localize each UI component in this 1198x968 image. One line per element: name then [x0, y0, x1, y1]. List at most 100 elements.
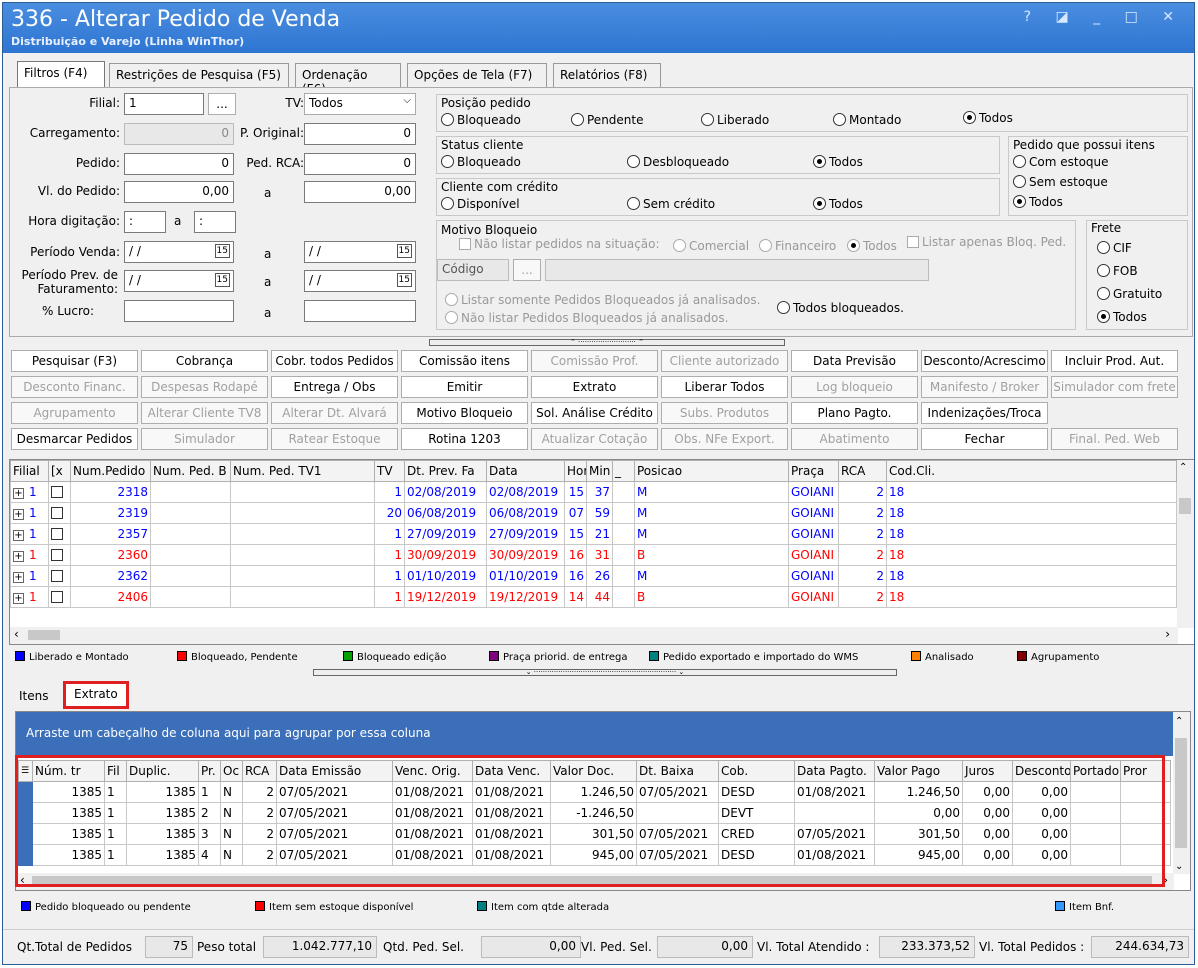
radio-frete-todos[interactable]: Todos — [1097, 310, 1147, 324]
group-by-hint[interactable]: Arraste um cabeçalho de coluna aqui para… — [16, 712, 1174, 756]
button-desmarcar-pedidos[interactable]: Desmarcar Pedidos — [11, 428, 138, 450]
expand-plus-icon[interactable]: + — [13, 572, 24, 583]
button-indenizacoes-troca[interactable]: Indenizações/Troca — [921, 402, 1048, 424]
button-data-previsao[interactable]: Data Previsão — [791, 350, 918, 372]
splitter-bottom[interactable]: ⌄ ······································… — [313, 669, 897, 676]
button-obs-nfe-export[interactable]: Obs. NFe Export. — [661, 428, 788, 450]
checkbox-box[interactable] — [51, 549, 63, 561]
expand-filial-cell[interactable]: +1 — [10, 523, 49, 545]
window-controls[interactable]: ? ◪ _ □ ✕ — [1024, 9, 1184, 25]
button-pesquisar-f3[interactable]: Pesquisar (F3) — [11, 350, 138, 372]
button-simulador-com-frete[interactable]: Simulador com frete — [1051, 376, 1178, 398]
radio-posicao-liberado[interactable]: Liberado — [701, 113, 769, 127]
table-row[interactable]: +1 2318 1 02/08/2019 02/08/2019 15 37 M GOIANI 2 1… — [10, 481, 1177, 503]
radio-sem-estoque[interactable]: Sem estoque — [1013, 175, 1108, 189]
column-header-num-pedido[interactable]: Num.Pedido — [70, 460, 151, 482]
scroll-thumb[interactable] — [1179, 498, 1191, 514]
checkbox-box[interactable] — [51, 486, 63, 498]
ped-rca-input[interactable]: 0 — [304, 153, 416, 175]
table-row[interactable]: +1 2360 1 30/09/2019 30/09/2019 16 31 B GOIANI 2 1… — [10, 544, 1177, 566]
button-cliente-autorizado[interactable]: Cliente autorizado — [661, 350, 788, 372]
chevron-up-icon[interactable]: ⌃ — [1175, 716, 1183, 727]
radio-com-estoque[interactable]: Com estoque — [1013, 155, 1109, 169]
periodo-prev-to-input[interactable]: / / 15 — [304, 270, 416, 292]
radio-estoque-todos[interactable]: Todos — [1013, 195, 1063, 209]
radio-credito-todos[interactable]: Todos — [813, 197, 863, 211]
vl-pedido-to-input[interactable]: 0,00 — [304, 181, 416, 203]
radio-frete-cif[interactable]: CIF — [1097, 241, 1132, 255]
checkbox-box[interactable] — [51, 528, 63, 540]
calendar-icon[interactable]: 15 — [214, 273, 230, 287]
checkbox-box[interactable] — [51, 591, 63, 603]
calendar-icon[interactable]: 15 — [396, 244, 412, 258]
scroll-thumb[interactable] — [28, 630, 60, 640]
button-cobranca[interactable]: Cobrança — [141, 350, 268, 372]
tv-select[interactable]: Todos ⌵ — [304, 93, 416, 115]
column-header-tv[interactable]: TV — [374, 460, 405, 482]
radio-status-bloqueado[interactable]: Bloqueado — [441, 155, 521, 169]
radio-motivo-financeiro[interactable]: Financeiro — [759, 239, 836, 253]
radio-posicao-bloqueado[interactable]: Bloqueado — [441, 113, 521, 127]
button-incluir-prod-aut[interactable]: Incluir Prod. Aut. — [1051, 350, 1178, 372]
codigo-lookup-button[interactable]: ... — [513, 259, 541, 281]
nao-listar-checkbox[interactable]: Não listar pedidos na situação: — [459, 237, 660, 251]
button-comissao-itens[interactable]: Comissão itens — [401, 350, 528, 372]
listar-apenas-checkbox[interactable]: Listar apenas Bloq. Ped. — [907, 235, 1066, 249]
select-checkbox[interactable] — [48, 523, 71, 545]
radio-frete-fob[interactable]: FOB — [1097, 264, 1138, 278]
radio-motivo-todos[interactable]: Todos — [847, 239, 897, 253]
radio-nao-listar-analisados[interactable]: Não listar Pedidos Bloqueados já analisa… — [445, 311, 728, 325]
p-original-input[interactable]: 0 — [304, 123, 416, 145]
subtab-extrato[interactable]: Extrato — [63, 681, 129, 709]
tab-relatorios[interactable]: Relatórios (F8) — [553, 63, 661, 87]
column-header-rca[interactable]: RCA — [838, 460, 887, 482]
carregamento-input[interactable]: 0 — [124, 123, 234, 145]
button-final-ped-web[interactable]: Final. Ped. Web — [1051, 428, 1178, 450]
select-checkbox[interactable] — [48, 481, 71, 503]
table-row[interactable]: +1 2357 1 27/09/2019 27/09/2019 15 21 M GOIANI 2 1… — [10, 523, 1177, 545]
periodo-venda-to-input[interactable]: / / 15 — [304, 241, 416, 263]
hora-to-input[interactable]: : — [194, 211, 236, 233]
checkbox-box[interactable] — [51, 507, 63, 519]
radio-frete-gratuito[interactable]: Gratuito — [1097, 287, 1162, 301]
expand-plus-icon[interactable]: + — [13, 509, 24, 520]
periodo-venda-from-input[interactable]: / / 15 — [124, 241, 234, 263]
column-header-hor[interactable]: Hor — [564, 460, 587, 482]
button-desconto-financ[interactable]: Desconto Financ. — [11, 376, 138, 398]
column-header-posicao[interactable]: Posicao — [634, 460, 789, 482]
chevron-left-icon[interactable]: ‹ — [14, 627, 19, 641]
button-alterar-dt-alvara[interactable]: Alterar Dt. Alvará — [271, 402, 398, 424]
table-row[interactable]: +1 2362 1 01/10/2019 01/10/2019 16 26 M GOIANI 2 1… — [10, 565, 1177, 587]
subtab-itens[interactable]: Itens — [19, 689, 48, 703]
splitter-top[interactable]: ⌃ ·························· ⌃ — [429, 339, 785, 346]
radio-status-todos[interactable]: Todos — [813, 155, 863, 169]
button-log-bloqueio[interactable]: Log bloqueio — [791, 376, 918, 398]
button-plano-pagto[interactable]: Plano Pagto. — [791, 402, 918, 424]
radio-todos-bloqueados[interactable]: Todos bloqueados. — [777, 301, 904, 315]
radio-posicao-montado[interactable]: Montado — [833, 113, 901, 127]
scroll-thumb[interactable] — [1175, 738, 1187, 848]
button-despesas-rodape[interactable]: Despesas Rodapé — [141, 376, 268, 398]
radio-credito-sem[interactable]: Sem crédito — [627, 197, 715, 211]
column-header-cod-cli[interactable]: Cod.Cli. — [886, 460, 1177, 482]
button-manifesto-broker[interactable]: Manifesto / Broker — [921, 376, 1048, 398]
filial-lookup-button[interactable]: ... — [208, 93, 236, 115]
button-abatimento[interactable]: Abatimento — [791, 428, 918, 450]
extrato-vscroll[interactable]: ⌃ ⌄ — [1173, 712, 1190, 874]
tab-ordenacao[interactable]: Ordenação (F6) — [295, 63, 401, 96]
button-rotina-1203[interactable]: Rotina 1203 — [401, 428, 528, 450]
expand-filial-cell[interactable]: +1 — [10, 481, 49, 503]
table-row[interactable]: +1 2319 20 06/08/2019 06/08/2019 07 59 M GOIANI 2… — [10, 502, 1177, 524]
button-liberar-todos[interactable]: Liberar Todos — [661, 376, 788, 398]
button-atualizar-cotacao[interactable]: Atualizar Cotação — [531, 428, 658, 450]
button-agrupamento[interactable]: Agrupamento — [11, 402, 138, 424]
button-ratear-estoque[interactable]: Ratear Estoque — [271, 428, 398, 450]
hora-from-input[interactable]: : — [124, 211, 166, 233]
calendar-icon[interactable]: 15 — [396, 273, 412, 287]
radio-credito-disponivel[interactable]: Disponível — [441, 197, 520, 211]
button-simulador[interactable]: Simulador — [141, 428, 268, 450]
button-entrega-obs[interactable]: Entrega / Obs — [271, 376, 398, 398]
tab-opcoes-tela[interactable]: Opções de Tela (F7) — [407, 63, 547, 87]
column-header-min[interactable]: Min — [586, 460, 613, 482]
chevron-right-icon[interactable]: › — [1165, 627, 1170, 641]
